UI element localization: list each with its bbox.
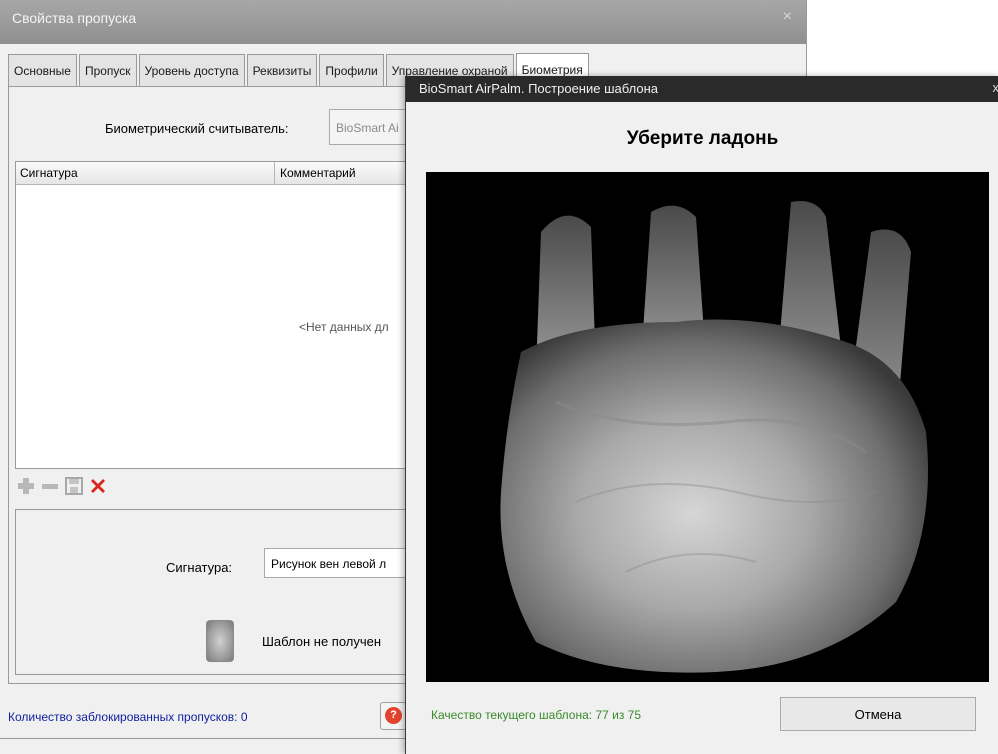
main-close-icon[interactable]: ×	[783, 8, 792, 26]
tab-card[interactable]: Пропуск	[78, 54, 137, 87]
instruction-heading: Уберите ладонь	[626, 128, 779, 149]
main-window-title: Свойства пропуска	[12, 10, 137, 26]
help-button[interactable]: ?	[380, 702, 408, 730]
dialog-title-bar: BioSmart AirPalm. Построение шаблона x	[406, 76, 998, 102]
airpalm-template-dialog: BioSmart AirPalm. Построение шаблона x У…	[405, 76, 998, 754]
signature-label: Сигнатура:	[166, 560, 233, 575]
remove-icon[interactable]	[41, 477, 59, 495]
column-comment[interactable]: Комментарий	[280, 166, 356, 180]
cancel-button[interactable]: Отмена	[780, 697, 976, 731]
help-icon: ?	[385, 707, 402, 724]
column-signature[interactable]: Сигнатура	[20, 166, 78, 180]
grid-empty-text: <Нет данных дл	[299, 320, 389, 334]
main-title-bar: Свойства пропуска ×	[0, 0, 806, 44]
palm-scan-image	[426, 172, 989, 682]
tab-profiles[interactable]: Профили	[319, 54, 384, 87]
template-quality-text: Качество текущего шаблона: 77 из 75	[431, 708, 642, 722]
tab-requisites[interactable]: Реквизиты	[246, 54, 318, 87]
tab-general[interactable]: Основные	[8, 54, 77, 87]
dialog-title: BioSmart AirPalm. Построение шаблона	[419, 81, 658, 96]
reader-label: Биометрический считыватель:	[105, 121, 289, 136]
tab-access-level[interactable]: Уровень доступа	[138, 54, 245, 87]
save-icon[interactable]	[65, 477, 83, 495]
template-status: Шаблон не получен	[262, 634, 382, 649]
delete-icon[interactable]	[89, 477, 107, 495]
fingerprint-icon	[206, 620, 234, 662]
column-divider[interactable]	[274, 162, 275, 184]
add-icon[interactable]	[17, 477, 35, 495]
dialog-close-icon[interactable]: x	[993, 80, 998, 95]
palm-vein-scan	[426, 172, 989, 682]
blocked-cards-count: Количество заблокированных пропусков: 0	[8, 710, 248, 724]
